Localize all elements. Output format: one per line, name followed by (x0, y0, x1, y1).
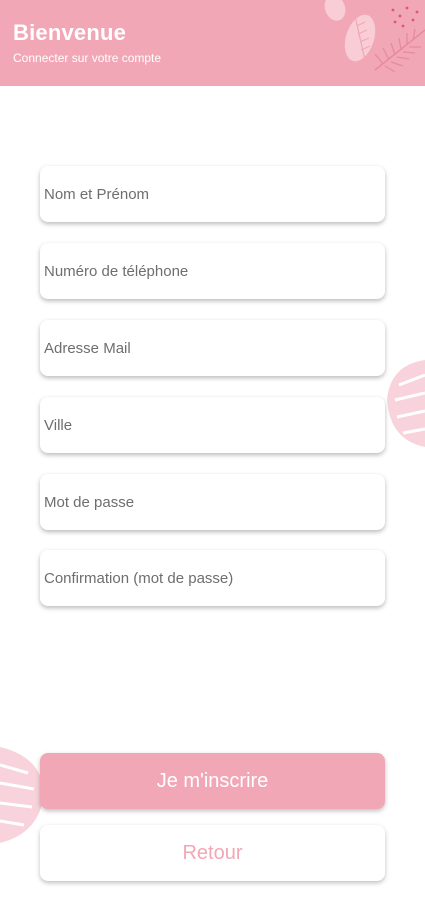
city-field[interactable] (40, 397, 385, 453)
city-input[interactable] (40, 397, 385, 453)
page-subtitle: Connecter sur votre compte (13, 51, 162, 65)
email-input[interactable] (40, 320, 385, 376)
tropical-leaves-decoration-icon (324, 0, 425, 73)
password-confirmation-input[interactable] (40, 550, 385, 606)
email-field[interactable] (40, 320, 385, 376)
password-field[interactable] (40, 474, 385, 530)
page-title: Bienvenue (13, 20, 127, 45)
monstera-leaf-decoration-icon (387, 360, 425, 447)
back-button[interactable]: Retour (40, 825, 385, 881)
password-confirmation-field[interactable] (40, 550, 385, 606)
fullname-input[interactable] (40, 166, 385, 222)
monstera-leaf-decoration-icon (0, 747, 44, 843)
phone-input[interactable] (40, 243, 385, 299)
header-bar: Bienvenue Connecter sur votre compte (0, 0, 425, 86)
password-input[interactable] (40, 474, 385, 530)
fullname-field[interactable] (40, 166, 385, 222)
register-button[interactable]: Je m'inscrire (40, 753, 385, 809)
phone-field[interactable] (40, 243, 385, 299)
